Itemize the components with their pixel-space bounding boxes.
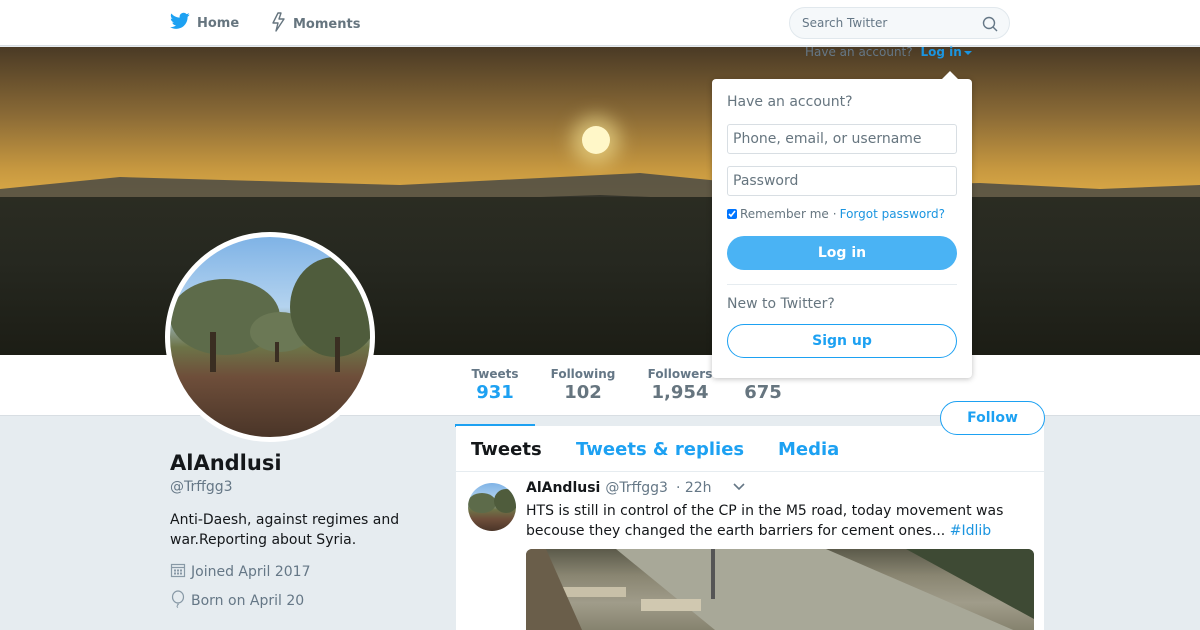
username-field[interactable] [727,124,957,154]
stat-tweets-label: Tweets [471,367,519,381]
joined-date-text: Joined April 2017 [191,564,311,580]
remember-me-label: Remember me [740,207,829,221]
birthday-text: Born on April 20 [191,593,305,609]
chevron-down-icon[interactable] [732,480,746,496]
login-dropdown: Have an account? Remember me · Forgot pa… [712,71,972,378]
calendar-icon [170,562,191,582]
stat-followers-label: Followers [647,367,713,381]
tweet-image[interactable] [526,549,1034,630]
top-nav: Home Moments [0,0,1200,46]
tweet-hashtag[interactable]: #Idlib [950,523,991,539]
avatar-olive-trees [170,257,370,372]
nav-moments-label: Moments [293,16,361,32]
stat-likes-value: 675 [744,382,782,403]
new-to-twitter-heading: New to Twitter? [727,296,835,312]
forgot-password-link[interactable]: Forgot password? [840,207,945,221]
profile-bio: Anti-Daesh, against regimes and war.Repo… [170,512,400,548]
stat-following-value: 102 [564,382,602,403]
tweet-avatar[interactable] [468,483,516,531]
nav-moments[interactable]: Moments [271,12,360,36]
remember-row: Remember me · Forgot password? [727,207,945,221]
tab-tweets-replies[interactable]: Tweets & replies [576,439,744,460]
search-icon[interactable] [982,16,998,36]
dropdown-divider [727,284,957,285]
lightning-icon [271,12,293,36]
tweet-text: HTS is still in control of the CP in the… [526,501,1026,541]
nav-home[interactable]: Home [170,12,239,34]
follow-button[interactable]: Follow [940,401,1045,435]
account-hint-prompt: Have an account? [805,45,913,59]
login-dropdown-toggle[interactable]: Log in [920,45,972,59]
stat-following[interactable]: Following 102 [543,367,623,403]
tweet-author-handle[interactable]: @Trffgg3 [605,480,668,496]
joined-date: Joined April 2017 [170,562,311,582]
stat-tweets[interactable]: Tweets 931 [455,367,535,427]
search-input[interactable] [790,8,960,38]
caret-down-icon [963,50,972,55]
tweet-item[interactable]: AlAndlusi @Trffgg3 · 22h HTS is still in… [456,472,1044,630]
birthday: Born on April 20 [170,590,304,612]
tweet-timestamp[interactable]: · 22h [676,480,712,496]
login-button[interactable]: Log in [727,236,957,270]
profile-name[interactable]: AlAndlusi [170,451,282,475]
timeline: Tweets Tweets & replies Media AlAndlusi … [456,426,1044,630]
stat-tweets-value: 931 [476,382,514,403]
remember-me-checkbox[interactable] [727,209,737,219]
profile-avatar[interactable] [165,232,375,442]
more-profile-meta [170,622,340,630]
twitter-bird-icon [170,12,197,34]
nav-home-label: Home [197,15,240,31]
tweet-author-name[interactable]: AlAndlusi [526,480,600,496]
search-box [789,7,1010,39]
balloon-icon [170,590,191,612]
login-heading: Have an account? [727,94,853,110]
stat-following-label: Following [550,367,616,381]
stat-followers[interactable]: Followers 1,954 [640,367,720,403]
password-field[interactable] [727,166,957,196]
login-toggle-label: Log in [920,45,962,59]
account-hint: Have an account? Log in [805,45,972,59]
signup-button[interactable]: Sign up [727,324,957,358]
tweet-body: HTS is still in control of the CP in the… [526,503,1004,539]
banner-sun [582,126,610,154]
tweet-header: AlAndlusi @Trffgg3 · 22h [526,480,746,496]
stat-followers-value: 1,954 [651,382,709,403]
profile-handle[interactable]: @Trffgg3 [170,479,233,495]
tab-tweets[interactable]: Tweets [471,439,542,460]
separator-dot: · [832,207,837,221]
tab-media[interactable]: Media [778,439,839,460]
